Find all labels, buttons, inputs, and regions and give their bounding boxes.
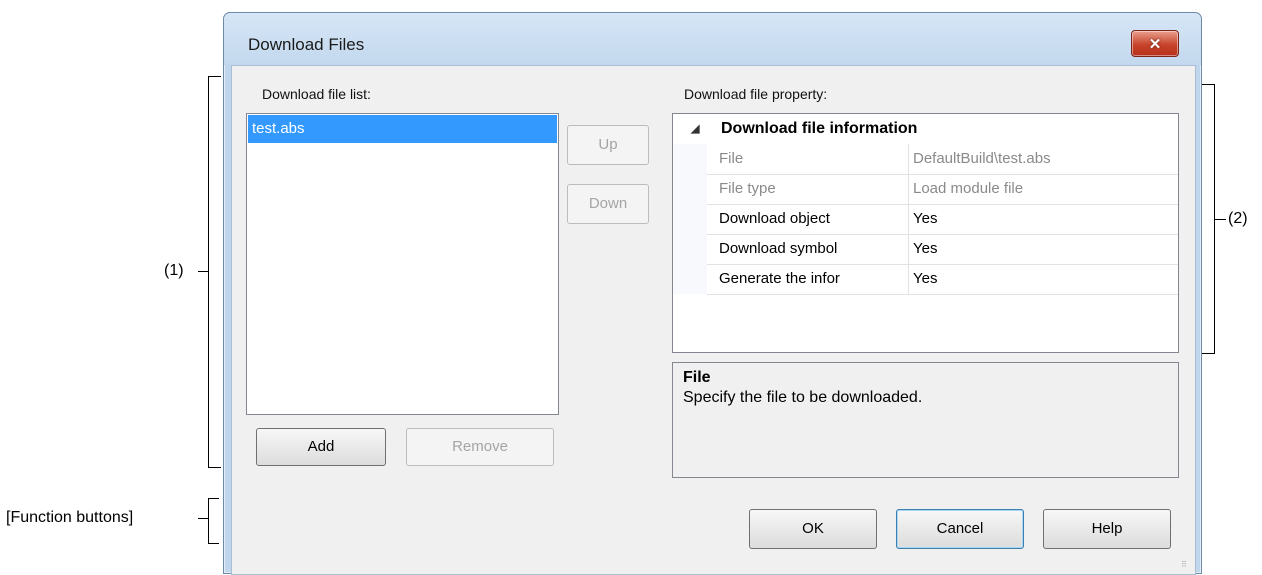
window-title: Download Files [248,35,365,54]
property-key: Download object [719,210,830,227]
download-files-dialog: Download Files ✕ Download file list: tes… [223,12,1202,575]
property-row-file[interactable]: File DefaultBuild\test.abs [707,144,1178,175]
download-file-list[interactable]: test.abs [246,113,559,415]
collapse-triangle-icon[interactable]: ◢ [691,114,699,144]
ok-button-label: OK [802,520,824,537]
help-button[interactable]: Help [1043,509,1171,549]
title-bar[interactable]: Download Files ✕ [224,13,1201,65]
property-row-download-object[interactable]: Download object Yes [707,204,1178,235]
close-button[interactable]: ✕ [1131,30,1179,57]
property-description: File Specify the file to be downloaded. [672,362,1179,478]
dialog-client: Download file list: test.abs Up Down Add… [231,65,1196,575]
up-button-label: Up [598,136,618,153]
ok-button[interactable]: OK [749,509,877,549]
annotation-function-buttons: [Function buttons] [6,509,134,526]
bracket-2-tick [1214,219,1226,220]
property-gutter [673,144,707,294]
close-icon: ✕ [1148,35,1162,53]
property-value: Yes [908,204,937,234]
remove-button-label: Remove [452,438,508,455]
property-key: File [719,150,744,167]
property-category-label: Download file information [721,120,918,137]
property-key: Generate the infor [719,270,840,287]
bracket-function-buttons [208,498,219,544]
bracket-function-buttons-tick [198,518,208,519]
remove-button[interactable]: Remove [406,428,554,466]
annotation-2: (2) [1228,210,1248,227]
property-value: Yes [908,264,937,294]
bracket-1-tick [198,271,208,272]
property-value: DefaultBuild\test.abs [908,144,1051,174]
download-file-property-label: Download file property: [684,86,828,102]
cancel-button-label: Cancel [936,520,984,537]
property-key: File type [719,180,776,197]
property-key: Download symbol [719,240,838,257]
description-title: File [683,369,711,386]
bracket-1 [208,76,221,468]
down-button[interactable]: Down [567,184,649,224]
add-button[interactable]: Add [256,428,386,466]
annotation-1: (1) [164,262,184,279]
download-file-list-label: Download file list: [262,86,371,102]
cancel-button[interactable]: Cancel [896,509,1024,549]
property-grid[interactable]: ◢ Download file information File Default… [672,113,1179,353]
property-category[interactable]: ◢ Download file information [673,114,1178,144]
add-button-label: Add [307,438,335,455]
property-row-download-symbol[interactable]: Download symbol Yes [707,234,1178,265]
property-row-generate-info[interactable]: Generate the infor Yes [707,264,1178,295]
property-value: Load module file [908,174,1023,204]
help-button-label: Help [1091,520,1123,537]
up-button[interactable]: Up [567,125,649,165]
property-row-file-type[interactable]: File type Load module file [707,174,1178,205]
list-item[interactable]: test.abs [248,115,557,143]
description-text: Specify the file to be downloaded. [683,389,923,406]
down-button-label: Down [588,195,628,212]
property-value: Yes [908,234,937,264]
